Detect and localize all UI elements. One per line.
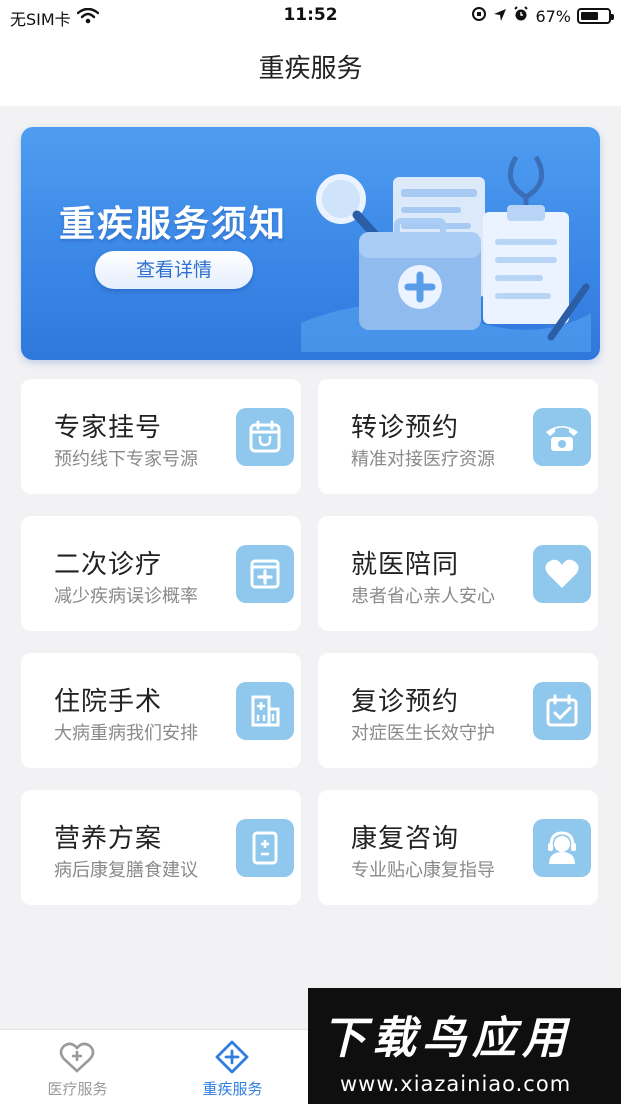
watermark-title: 下载鸟应用 [322, 1013, 572, 1064]
card-subtitle: 专业贴心康复指导 [351, 860, 495, 881]
service-card-companion[interactable]: 就医陪同 患者省心亲人安心 [318, 516, 598, 631]
hospital-icon [236, 682, 294, 740]
document-plus-minus-icon [236, 819, 294, 877]
heart-icon [533, 545, 591, 603]
medical-illustration [301, 155, 591, 352]
card-subtitle: 病后康复膳食建议 [54, 860, 198, 881]
battery-level-fill [581, 12, 598, 20]
card-title: 二次诊疗 [54, 550, 163, 580]
card-subtitle: 患者省心亲人安心 [351, 586, 495, 607]
telephone-icon [533, 408, 591, 466]
service-card-second-opinion[interactable]: 二次诊疗 减少疾病误诊概率 [21, 516, 301, 631]
card-title: 转诊预约 [351, 413, 460, 443]
card-title: 住院手术 [54, 687, 163, 717]
service-card-follow-up[interactable]: 复诊预约 对症医生长效守护 [318, 653, 598, 768]
rotation-lock-icon [471, 6, 487, 26]
battery-percent: 67% [535, 6, 571, 26]
heart-plus-icon [58, 1040, 96, 1074]
status-bar: 无SIM卡 11:52 67% [0, 0, 621, 32]
location-arrow-icon [493, 7, 507, 26]
calendar-check-icon [533, 682, 591, 740]
battery-icon [577, 8, 614, 24]
card-subtitle: 预约线下专家号源 [54, 449, 198, 470]
card-subtitle: 大病重病我们安排 [54, 723, 198, 744]
navigation-bar: 重疾服务 [0, 32, 621, 106]
headset-agent-icon [533, 819, 591, 877]
card-subtitle: 对症医生长效守护 [351, 723, 495, 744]
diamond-plus-icon [213, 1040, 251, 1074]
service-card-hospital-surgery[interactable]: 住院手术 大病重病我们安排 [21, 653, 301, 768]
tab-critical-illness-services[interactable]: 重疾服务 [155, 1030, 310, 1104]
service-card-rehab-consult[interactable]: 康复咨询 专业贴心康复指导 [318, 790, 598, 905]
service-card-nutrition[interactable]: 营养方案 病后康复膳食建议 [21, 790, 301, 905]
alarm-icon [513, 6, 529, 26]
battery-tip [611, 14, 614, 20]
card-subtitle: 减少疾病误诊概率 [54, 586, 198, 607]
card-title: 专家挂号 [54, 413, 163, 443]
service-card-expert-registration[interactable]: 专家挂号 预约线下专家号源 [21, 379, 301, 494]
tab-label: 医疗服务 [47, 1080, 108, 1098]
calendar-stethoscope-icon [236, 408, 294, 466]
card-title: 就医陪同 [351, 550, 460, 580]
card-title: 复诊预约 [351, 687, 460, 717]
card-subtitle: 精准对接医疗资源 [351, 449, 495, 470]
medical-box-icon [236, 545, 294, 603]
view-details-button[interactable]: 查看详情 [95, 251, 253, 289]
banner-title: 重疾服务须知 [59, 204, 288, 245]
page-title: 重疾服务 [258, 54, 363, 84]
tab-medical-services[interactable]: 医疗服务 [0, 1030, 155, 1104]
notice-banner[interactable]: 重疾服务须知 查看详情 [21, 127, 600, 360]
tab-label: 重疾服务 [202, 1080, 263, 1098]
card-title: 营养方案 [54, 824, 163, 854]
watermark-logo: 下载鸟应用 www.xiazainiao.com [308, 988, 621, 1104]
status-right: 67% [471, 6, 614, 26]
watermark-url: www.xiazainiao.com [340, 1072, 572, 1096]
service-card-referral-booking[interactable]: 转诊预约 精准对接医疗资源 [318, 379, 598, 494]
card-title: 康复咨询 [351, 824, 460, 854]
